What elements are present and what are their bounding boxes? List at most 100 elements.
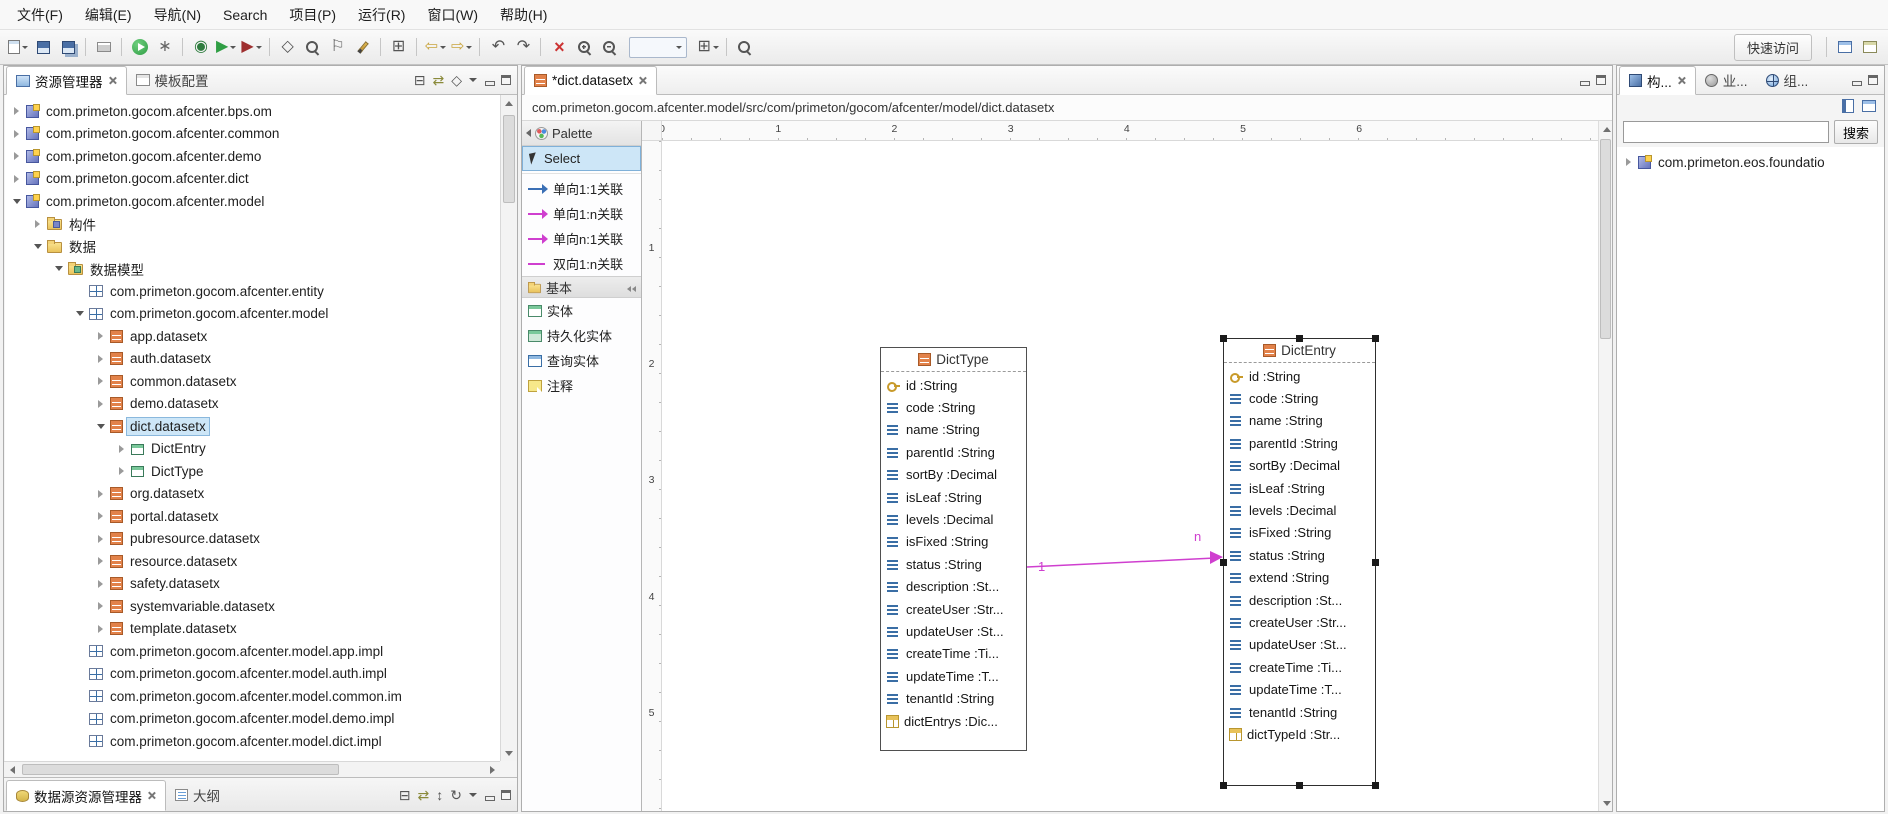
tree-item[interactable]: com.primeton.eos.foundatio	[1617, 151, 1884, 174]
twistie-icon[interactable]	[95, 400, 106, 408]
collapse-all-icon[interactable]: ⊟	[399, 788, 411, 802]
twistie-icon[interactable]	[95, 332, 106, 340]
palette-tool[interactable]: 注释	[522, 373, 641, 398]
print-icon[interactable]	[92, 35, 116, 59]
menu-item[interactable]: 编辑(E)	[74, 1, 143, 29]
twistie-icon[interactable]	[11, 175, 22, 183]
close-icon[interactable]	[638, 76, 647, 85]
menu-item[interactable]: 窗口(W)	[416, 1, 489, 29]
view-tab[interactable]: 资源管理器	[6, 66, 127, 95]
entity-field[interactable]: name :String	[1224, 410, 1375, 432]
repository-icon[interactable]	[1862, 100, 1876, 112]
maximize-icon[interactable]	[501, 75, 511, 85]
palette-section-header[interactable]: 基本	[522, 276, 641, 298]
tree-item[interactable]: com.primeton.gocom.afcenter.model.app.im…	[5, 640, 500, 663]
twistie-icon[interactable]	[11, 199, 22, 204]
palette-tool[interactable]: 单向1:n关联	[522, 201, 641, 226]
tree-item[interactable]: resource.datasetx	[5, 550, 500, 573]
twistie-icon[interactable]	[95, 580, 106, 588]
entity-field[interactable]: code :String	[881, 396, 1026, 418]
scroll-left-icon[interactable]	[4, 762, 20, 778]
connection-source-multiplicity[interactable]: 1	[1038, 559, 1045, 574]
tree-item[interactable]: 数据模型	[5, 258, 500, 281]
view-tab[interactable]: 数据源资源管理器	[6, 780, 166, 811]
entity-field[interactable]: description :St...	[881, 576, 1026, 598]
tree-item[interactable]: com.primeton.gocom.afcenter.model.dict.i…	[5, 730, 500, 753]
selection-handle[interactable]	[1220, 559, 1227, 566]
entity-field[interactable]: status :String	[881, 553, 1026, 575]
entity-field[interactable]: createUser :Str...	[1224, 611, 1375, 633]
entity-field[interactable]: id :String	[881, 374, 1026, 396]
start-server-icon[interactable]	[128, 35, 152, 59]
entity-header[interactable]: DictEntry	[1224, 339, 1375, 363]
tree-item[interactable]: com.primeton.gocom.afcenter.model.auth.i…	[5, 663, 500, 686]
selection-handle[interactable]	[1220, 335, 1227, 342]
connection-target-multiplicity[interactable]: n	[1194, 529, 1201, 544]
twistie-icon[interactable]	[11, 107, 22, 115]
debug-icon[interactable]: ◉	[189, 35, 213, 59]
entity-field[interactable]: extend :String	[1224, 567, 1375, 589]
diagram-canvas[interactable]: 1 n DictType id :String	[662, 141, 1598, 811]
entity-field[interactable]: description :St...	[1224, 589, 1375, 611]
scrollbar-thumb[interactable]	[1600, 139, 1611, 339]
twistie-icon[interactable]	[95, 377, 106, 385]
entity-field[interactable]: createUser :Str...	[881, 598, 1026, 620]
minimize-icon[interactable]	[484, 790, 494, 800]
entity-field[interactable]: tenantId :String	[1224, 701, 1375, 723]
tree-item[interactable]: com.primeton.gocom.afcenter.demo	[5, 145, 500, 168]
maximize-icon[interactable]	[501, 790, 511, 800]
save-icon[interactable]	[31, 35, 55, 59]
entity-field[interactable]: parentId :String	[1224, 432, 1375, 454]
menu-item[interactable]: 导航(N)	[143, 1, 212, 29]
close-icon[interactable]	[1677, 76, 1686, 85]
save-all-icon[interactable]	[56, 35, 80, 59]
close-icon[interactable]	[147, 791, 156, 800]
twistie-icon[interactable]	[11, 152, 22, 160]
editor-tab[interactable]: *dict.datasetx	[524, 66, 657, 95]
association-connection[interactable]	[662, 141, 1598, 811]
twistie-icon[interactable]	[95, 625, 106, 633]
twistie-icon[interactable]	[95, 424, 106, 429]
palette-tool[interactable]: 实体	[522, 298, 641, 323]
tree-item[interactable]: systemvariable.datasetx	[5, 595, 500, 618]
minimize-icon[interactable]	[1579, 75, 1589, 85]
twistie-icon[interactable]	[32, 244, 43, 249]
selection-handle[interactable]	[1372, 782, 1379, 789]
tree-item[interactable]: com.primeton.gocom.afcenter.model	[5, 303, 500, 326]
run-external-icon[interactable]: ▶	[239, 35, 263, 59]
selection-handle[interactable]	[1372, 335, 1379, 342]
selection-handle[interactable]	[1372, 559, 1379, 566]
dictentry-entity[interactable]: DictEntry id :String	[1223, 338, 1376, 786]
settings-icon[interactable]: ∗	[153, 35, 177, 59]
twistie-icon[interactable]	[74, 311, 85, 316]
new-wizard-icon[interactable]	[6, 35, 30, 59]
entity-field[interactable]: sortBy :Decimal	[881, 464, 1026, 486]
horizontal-scrollbar[interactable]	[4, 761, 500, 777]
twistie-icon[interactable]	[53, 266, 64, 271]
entity-field[interactable]: isFixed :String	[881, 531, 1026, 553]
view-tab[interactable]: 组...	[1757, 66, 1818, 94]
tree-item[interactable]: com.primeton.gocom.afcenter.model.demo.i…	[5, 708, 500, 731]
twistie-icon[interactable]	[95, 535, 106, 543]
entity-field[interactable]: name :String	[881, 419, 1026, 441]
run-icon[interactable]: ▶	[214, 35, 238, 59]
entity-field[interactable]: createTime :Ti...	[881, 643, 1026, 665]
tree-item[interactable]: com.primeton.gocom.afcenter.entity	[5, 280, 500, 303]
back-icon[interactable]: ⇦	[423, 35, 448, 59]
entity-field[interactable]: dictTypeId :Str...	[1224, 723, 1375, 745]
tree-item[interactable]: app.datasetx	[5, 325, 500, 348]
editor-vertical-scrollbar[interactable]	[1598, 121, 1612, 811]
scroll-up-icon[interactable]	[1599, 121, 1615, 137]
forward-icon[interactable]: ⇨	[449, 35, 474, 59]
tree-item[interactable]: template.datasetx	[5, 618, 500, 641]
minimize-icon[interactable]	[484, 75, 494, 85]
search-dialog-icon[interactable]	[301, 35, 325, 59]
link-with-editor-icon[interactable]: ⇄	[418, 788, 430, 802]
library-icon[interactable]	[1842, 99, 1854, 113]
twistie-icon[interactable]	[95, 557, 106, 565]
entity-field[interactable]: status :String	[1224, 544, 1375, 566]
quick-access-button[interactable]: 快速访问	[1734, 34, 1812, 61]
entity-field[interactable]: isLeaf :String	[1224, 477, 1375, 499]
delete-icon[interactable]: ×	[547, 35, 571, 59]
sort-icon[interactable]: ↕	[436, 788, 443, 802]
